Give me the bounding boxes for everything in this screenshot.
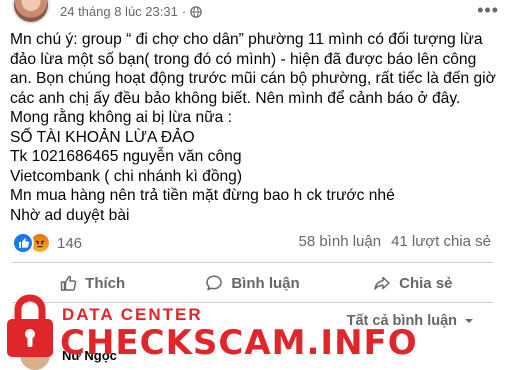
share-count-link[interactable]: 41 lượt chia sẻ: [391, 233, 491, 250]
comment-button[interactable]: Bình luận: [172, 265, 332, 301]
comment-bubble-icon: [206, 275, 223, 291]
reaction-count[interactable]: 146: [57, 235, 82, 252]
padlock-icon: [7, 294, 53, 357]
like-label: Thích: [85, 274, 126, 292]
post-meta: 24 tháng 8 lúc 23:31 ·: [60, 4, 202, 19]
share-button[interactable]: Chia sẻ: [333, 265, 493, 301]
divider: [12, 302, 493, 303]
comment-label: Bình luận: [231, 274, 300, 292]
post-action-bar: Thích Bình luận Chia sẻ: [12, 265, 493, 301]
post-line: Mn chú ý: group “ đi chợ cho dân” phường…: [10, 31, 483, 48]
post-timestamp[interactable]: 24 tháng 8 lúc 23:31: [60, 4, 178, 19]
post-line: các anh chị ấy đều bảo không biết. Nên m…: [10, 89, 461, 107]
post-line: đảo lừa một số bạn( trong đó có mình) - …: [10, 50, 477, 68]
reaction-summary[interactable]: 146: [12, 232, 82, 254]
poster-avatar[interactable]: [12, 0, 50, 24]
post-line: Vietcombank ( chi nhánh kì đồng): [10, 167, 243, 185]
post-line: Nhờ ad duyệt bài: [10, 206, 130, 224]
post-line: an. Bọn chúng hoạt động trước mũi cán bộ…: [10, 70, 496, 87]
divider: [12, 262, 493, 263]
post-line: Mong rằng không ai bị lừa nữa :: [10, 109, 232, 126]
post-line: SỐ TÀI KHOẢN LỪA ĐẢO: [10, 128, 195, 146]
globe-icon: [190, 5, 202, 18]
like-reaction-icon: [12, 232, 34, 254]
watermark-title: DATA CENTER: [62, 305, 203, 324]
post-content: Mn chú ý: group “ đi chợ cho dân” phường…: [10, 30, 498, 225]
post-line: Mn mua hàng nên trả tiền mặt đừng bao h …: [10, 187, 395, 204]
thumbs-up-icon: [60, 275, 77, 291]
share-arrow-icon: [374, 276, 390, 290]
post-line: Tk 1021686465 nguyễn văn công: [10, 148, 242, 165]
chevron-down-icon: [465, 319, 473, 323]
meta-separator: ·: [181, 4, 187, 19]
engagement-stats: 58 bình luận 41 lượt chia sẻ: [298, 233, 491, 250]
more-options-button[interactable]: •••: [477, 0, 499, 21]
comment-count-link[interactable]: 58 bình luận: [298, 233, 381, 250]
share-label: Chia sẻ: [399, 274, 453, 292]
watermark-brand: CHECKSCAM.INFO: [60, 323, 418, 363]
